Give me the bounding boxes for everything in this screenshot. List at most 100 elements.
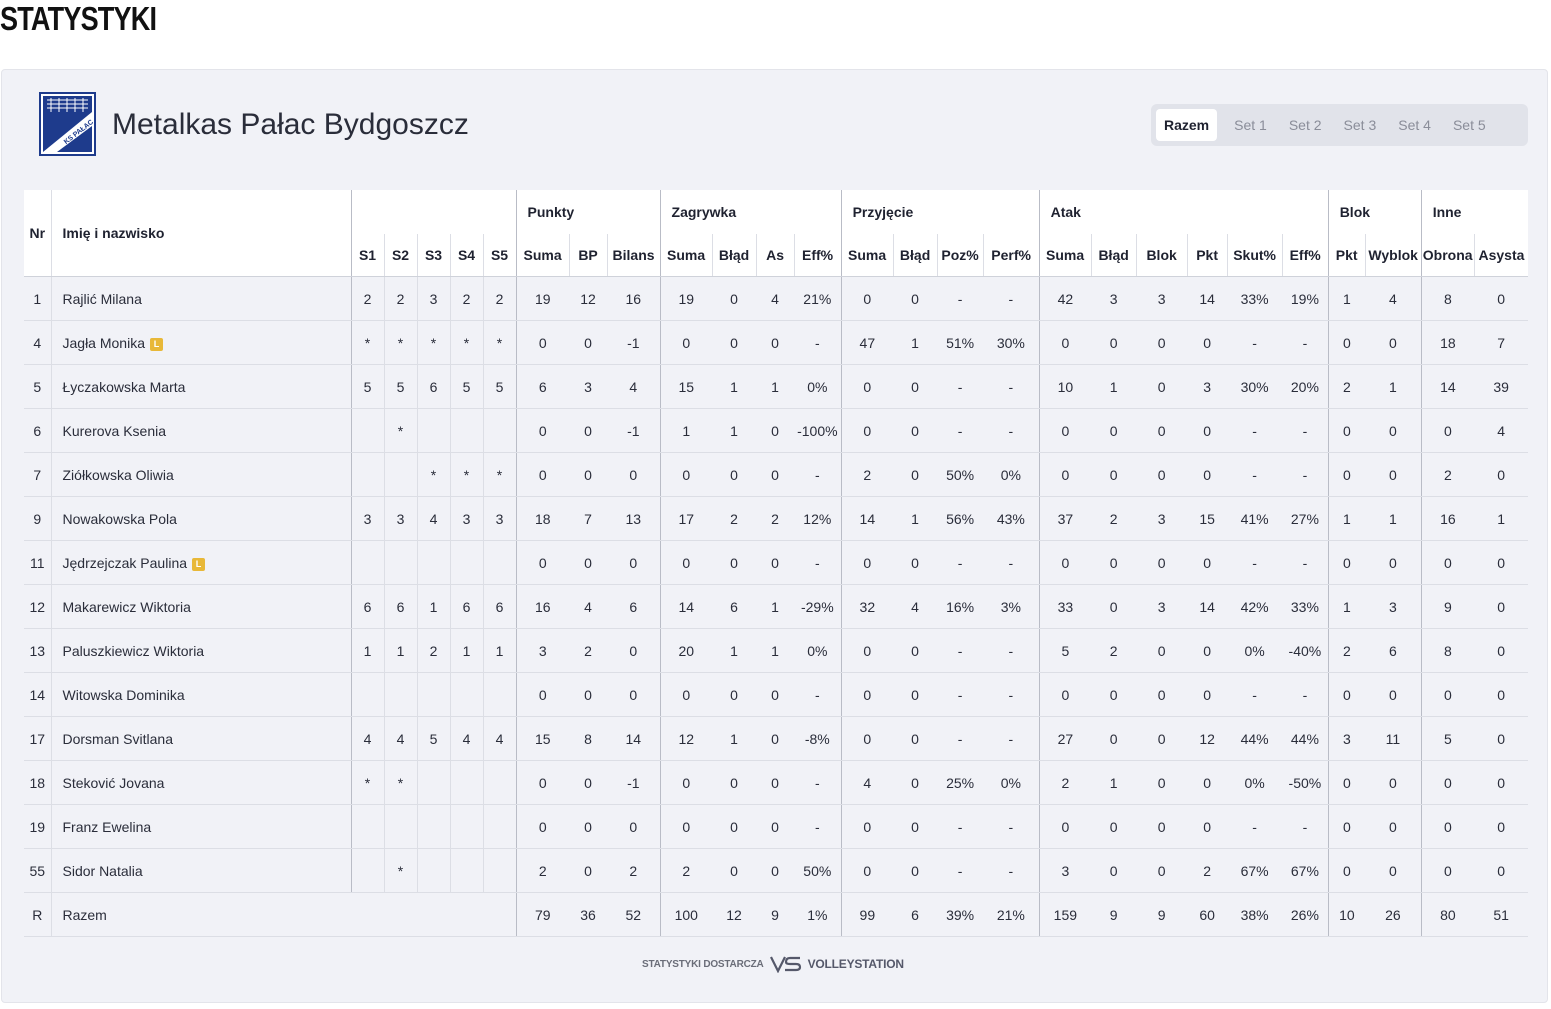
stat-cell: - xyxy=(983,628,1040,673)
table-row: 55 Sidor Natalia * 2 0 2 2 0 0 50% 0 0- -3 0 0 2 67% 67% 0… xyxy=(24,848,1529,893)
stat-cell: 0 xyxy=(1038,804,1092,849)
total-cell: 1% xyxy=(794,892,842,937)
total-cell: 26 xyxy=(1365,892,1422,937)
stat-cell: 0 xyxy=(1327,540,1366,585)
stat-cell: 2 xyxy=(1091,496,1137,541)
stat-cell: * xyxy=(449,452,483,497)
player-name[interactable]: Steković Jovana xyxy=(63,775,165,791)
total-cell: 9 xyxy=(1091,892,1137,937)
stat-cell: 0 xyxy=(1091,452,1137,497)
player-name[interactable]: Kurerova Ksenia xyxy=(63,423,167,439)
stat-cell: 3 xyxy=(1365,584,1422,629)
tab-set-5[interactable]: Set 5 xyxy=(1446,109,1493,141)
stat-cell: 1 xyxy=(712,716,757,761)
player-number: 11 xyxy=(24,540,51,585)
stat-cell: 25% xyxy=(937,760,984,805)
stat-cell: - xyxy=(1282,320,1329,365)
stat-cell: 1 xyxy=(712,408,757,453)
stat-cell: - xyxy=(1282,540,1329,585)
player-number: 4 xyxy=(24,320,51,365)
stat-cell: 1 xyxy=(482,628,517,673)
tab-razem[interactable]: Razem xyxy=(1156,109,1218,141)
player-name[interactable]: Sidor Natalia xyxy=(63,863,143,879)
stat-cell: 14 xyxy=(1420,364,1475,409)
stat-cell: 1 xyxy=(449,628,483,673)
stat-cell: 6 xyxy=(712,584,757,629)
tab-set-4[interactable]: Set 4 xyxy=(1391,109,1438,141)
stat-cell: 2 xyxy=(1038,760,1092,805)
stat-cell: 0 xyxy=(1474,276,1529,321)
stat-cell: 0 xyxy=(659,320,713,365)
player-name[interactable]: Łyczakowska Marta xyxy=(63,379,186,395)
provider-brand[interactable]: VOLLEYSTATION xyxy=(808,957,904,971)
stat-cell: 1 xyxy=(659,408,713,453)
stat-cell: 7 xyxy=(569,496,608,541)
stat-cell: 2 xyxy=(1327,364,1366,409)
stat-cell: 51% xyxy=(937,320,984,365)
player-name[interactable]: Franz Ewelina xyxy=(63,819,152,835)
stat-cell: 12 xyxy=(659,716,713,761)
stat-cell: 0 xyxy=(1420,672,1475,717)
stat-cell: 0 xyxy=(1365,848,1422,893)
stat-cell: 67% xyxy=(1227,848,1283,893)
player-name[interactable]: Makarewicz Wiktoria xyxy=(63,599,191,615)
column-header: S2 xyxy=(383,234,417,277)
stat-cell: - xyxy=(1227,804,1283,849)
player-name[interactable]: Ziółkowska Oliwia xyxy=(63,467,174,483)
column-header: Eff% xyxy=(793,234,842,277)
stat-cell: 1 xyxy=(756,628,795,673)
table-row: 7 Ziółkowska Oliwia * * * 0 0 0 0 0 0-2 0 50% 0% 0 0 0 0-… xyxy=(24,452,1529,497)
stat-cell: 0% xyxy=(794,364,842,409)
stat-cell: 0 xyxy=(1327,760,1366,805)
table-row: 18 Steković Jovana * * 0 0 -1 0 0 0-4 0 25% 0% 2 1 0 0 0%… xyxy=(24,760,1529,805)
group-header: Przyjęcie xyxy=(840,190,1040,234)
stat-cell: - xyxy=(794,760,842,805)
player-number: 14 xyxy=(24,672,51,717)
total-cell: 10 xyxy=(1327,892,1366,937)
nr-header: Nr xyxy=(24,190,51,277)
column-header: Poz% xyxy=(936,234,984,277)
stat-cell: -1 xyxy=(607,760,661,805)
stat-cell: 1 xyxy=(383,628,417,673)
stat-cell: 3 xyxy=(1038,848,1092,893)
stat-cell: 50% xyxy=(794,848,842,893)
player-name[interactable]: Paluszkiewicz Wiktoria xyxy=(63,643,205,659)
stat-cell: 1 xyxy=(416,584,450,629)
stat-cell: 0 xyxy=(756,716,795,761)
stat-cell: - xyxy=(1282,804,1329,849)
stat-cell: - xyxy=(937,364,984,409)
stat-cell: 2 xyxy=(515,848,570,893)
stat-cell: 0 xyxy=(1420,408,1475,453)
stat-cell xyxy=(416,540,450,585)
stat-cell: 9 xyxy=(1420,584,1475,629)
player-name[interactable]: Dorsman Svitlana xyxy=(63,731,174,747)
stat-cell: -40% xyxy=(1282,628,1329,673)
stat-cell: - xyxy=(1227,320,1283,365)
player-name[interactable]: Witowska Dominika xyxy=(63,687,185,703)
stat-cell: 0 xyxy=(569,408,608,453)
stat-cell: 0 xyxy=(569,848,608,893)
player-name[interactable]: Jędrzejczak Paulina xyxy=(63,555,188,571)
stat-cell: 0 xyxy=(712,848,757,893)
stat-cell xyxy=(383,672,417,717)
stat-cell: 0 xyxy=(893,364,938,409)
total-cell: 21% xyxy=(983,892,1040,937)
stat-cell xyxy=(482,848,517,893)
player-name[interactable]: Nowakowska Pola xyxy=(63,511,177,527)
stat-cell: 5 xyxy=(383,364,417,409)
stat-cell: 0 xyxy=(1136,628,1188,673)
tab-set-1[interactable]: Set 1 xyxy=(1227,109,1274,141)
column-header: Skut% xyxy=(1226,234,1283,277)
stat-cell: 0 xyxy=(1136,320,1188,365)
player-number: 13 xyxy=(24,628,51,673)
stat-cell: 0 xyxy=(712,276,757,321)
player-name[interactable]: Rajlić Milana xyxy=(63,291,142,307)
stat-cell: 27 xyxy=(1038,716,1092,761)
stat-cell: 0 xyxy=(1187,320,1228,365)
tab-set-2[interactable]: Set 2 xyxy=(1282,109,1329,141)
stat-cell xyxy=(449,848,483,893)
player-name[interactable]: Jagła Monika xyxy=(63,335,146,351)
stat-cell: 0 xyxy=(1474,672,1529,717)
stat-cell: 0 xyxy=(569,672,608,717)
tab-set-3[interactable]: Set 3 xyxy=(1337,109,1384,141)
